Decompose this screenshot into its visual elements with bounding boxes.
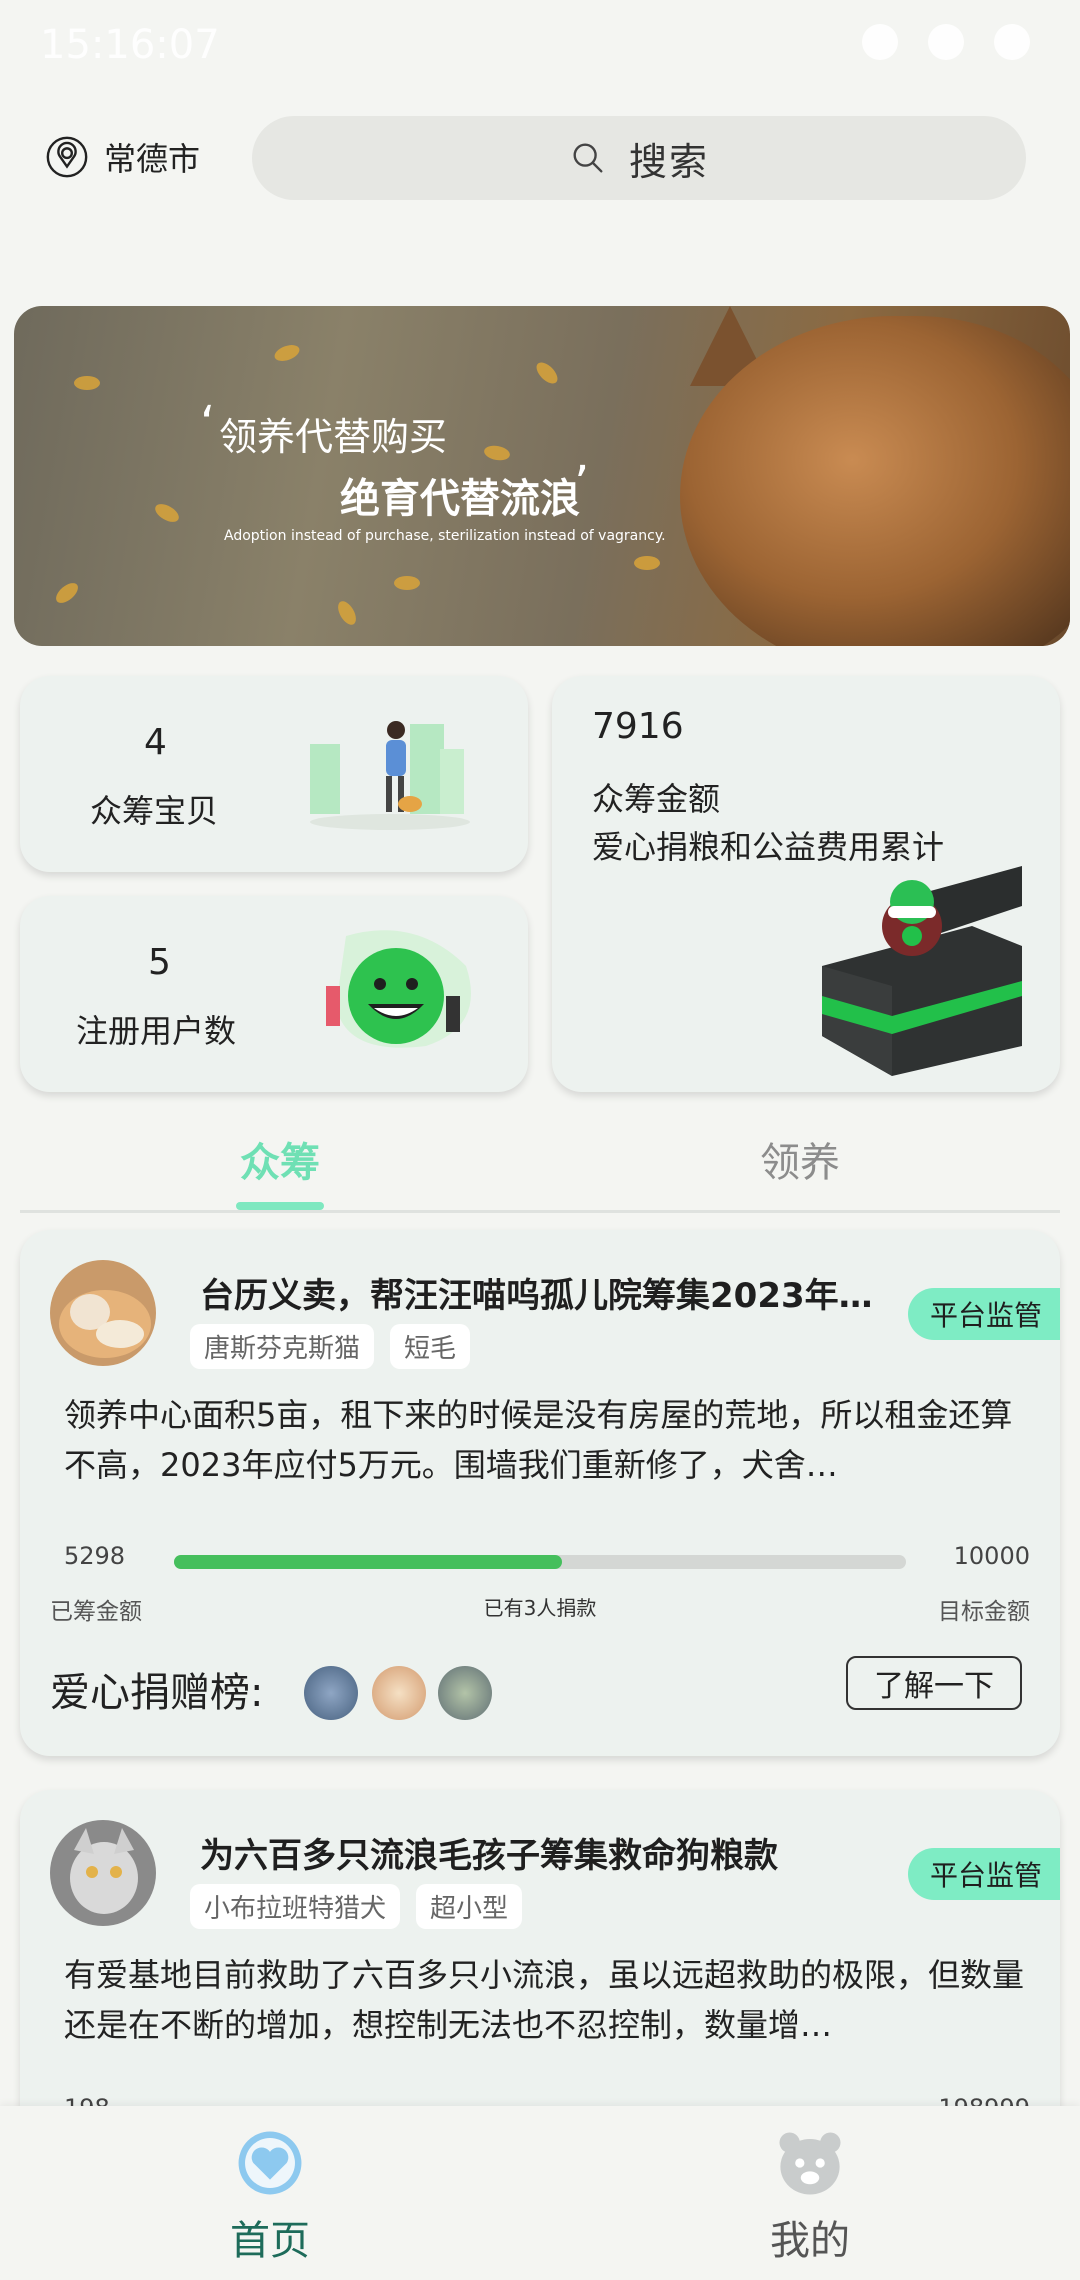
project-card[interactable]: 台历义卖，帮汪汪喵呜孤儿院筹集2023年度租金 唐斯芬克斯猫 短毛 平台监管 领…	[20, 1230, 1060, 1756]
banner-slogan-2: 绝育代替流浪	[340, 476, 580, 522]
project-tags: 小布拉班特猎犬 超小型	[190, 1884, 523, 1929]
progress-bar	[174, 1555, 906, 1569]
donor-avatar[interactable]	[372, 1666, 426, 1720]
goal-label: 目标金额	[938, 1599, 1030, 1625]
project-avatar	[50, 1820, 156, 1926]
promo-banner[interactable]: ‘ 领养代替购买 绝育代替流浪 ’ Adoption instead of pu…	[14, 306, 1070, 646]
donation-leaderboard-label: 爱心捐赠榜:	[50, 1670, 264, 1716]
heart-icon	[238, 2131, 302, 2195]
donor-count: 已有3人捐款	[483, 1596, 597, 1620]
tab-crowdfunding[interactable]: 众筹	[240, 1130, 320, 1188]
babies-label: 众筹宝贝	[90, 792, 219, 830]
mute-icon	[862, 24, 898, 60]
project-description: 有爱基地目前救助了六百多只小流浪，虽以远超救助的极限，但数量还是在不断的增加，想…	[64, 1956, 1025, 2044]
learn-more-button[interactable]: 了解一下	[846, 1656, 1022, 1710]
location-selector[interactable]: 常德市	[44, 134, 200, 180]
stat-card-amount[interactable]: 7916 众筹金额 爱心捐粮和公益费用累计	[552, 676, 1060, 1092]
platform-supervised-badge: 平台监管	[907, 1288, 1060, 1340]
search-bar[interactable]: 搜索	[252, 116, 1026, 200]
project-title: 为六百多只流浪毛孩子筹集救命狗粮款	[200, 1836, 778, 1876]
wifi-icon	[928, 24, 964, 60]
nav-mine-label: 我的	[770, 2218, 850, 2264]
amount-value: 7916	[592, 706, 684, 747]
status-icons	[862, 24, 1030, 60]
search-placeholder: 搜索	[628, 139, 709, 184]
progress-fill	[174, 1555, 562, 1569]
battery-icon	[994, 24, 1030, 60]
bottom-nav: 首页 我的	[0, 2106, 1080, 2280]
nav-mine[interactable]: 我的	[710, 2126, 910, 2266]
babies-count: 4	[144, 722, 167, 763]
status-time: 15:16:07	[40, 22, 220, 68]
users-label: 注册用户数	[76, 1012, 237, 1050]
nav-home[interactable]: 首页	[170, 2126, 370, 2266]
dog-walker-illustration	[310, 721, 470, 830]
goal-amount: 10000	[953, 1542, 1030, 1570]
platform-supervised-badge: 平台监管	[907, 1848, 1060, 1900]
smiley-illustration	[326, 930, 471, 1048]
project-title: 台历义卖，帮汪汪喵呜孤儿院筹集2023年度租金	[200, 1276, 890, 1316]
stat-card-babies[interactable]: 4 众筹宝贝	[20, 676, 528, 872]
location-pin-icon	[46, 136, 88, 178]
donor-avatar[interactable]	[438, 1666, 492, 1720]
city-label: 常德市	[104, 140, 201, 178]
search-icon	[573, 143, 603, 173]
status-bar: 15:16:07	[0, 0, 1080, 90]
project-tag: 小布拉班特猎犬	[190, 1884, 401, 1929]
donor-avatar[interactable]	[304, 1666, 358, 1720]
project-tags: 唐斯芬克斯猫 短毛	[190, 1324, 471, 1369]
project-avatar	[50, 1260, 156, 1366]
bear-icon	[779, 2132, 841, 2195]
project-description: 领养中心面积5亩，租下来的时候是没有房屋的荒地，所以租金还算不高，2023年应付…	[64, 1396, 1013, 1484]
gift-box-illustration	[822, 866, 1022, 1076]
content-tabs: 众筹 领养	[20, 1110, 1060, 1213]
project-tag: 唐斯芬克斯猫	[190, 1324, 375, 1369]
raised-amount: 5298	[64, 1542, 126, 1570]
banner-slogan-en: Adoption instead of purchase, sterilizat…	[224, 528, 666, 544]
banner-slogan-1: 领养代替购买	[219, 415, 448, 459]
tab-adoption[interactable]: 领养	[760, 1130, 840, 1188]
project-tag: 超小型	[416, 1884, 523, 1929]
nav-home-label: 首页	[230, 2218, 310, 2264]
users-count: 5	[148, 942, 171, 983]
stat-card-users[interactable]: 5 注册用户数	[20, 896, 528, 1092]
project-tag: 短毛	[390, 1324, 471, 1369]
tab-indicator	[236, 1202, 324, 1210]
amount-label: 众筹金额	[592, 780, 721, 818]
